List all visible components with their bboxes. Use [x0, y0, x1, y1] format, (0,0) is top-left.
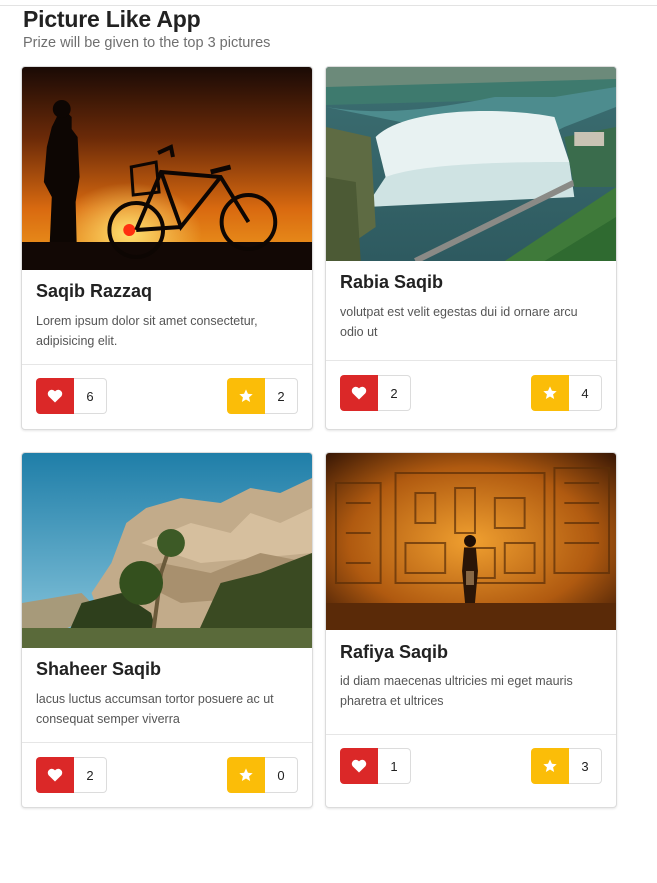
heart-icon[interactable] — [36, 757, 74, 793]
picture-image — [326, 453, 616, 630]
picture-image — [326, 67, 616, 261]
star-icon[interactable] — [531, 375, 569, 411]
picture-card: Rabia Saqib volutpat est velit egestas d… — [325, 66, 617, 430]
star-icon[interactable] — [227, 378, 265, 414]
like-count: 1 — [378, 748, 411, 784]
like-count: 6 — [74, 378, 107, 414]
picture-description: lacus luctus accumsan tortor posuere ac … — [36, 692, 274, 726]
star-button[interactable]: 0 — [227, 757, 298, 793]
card-divider — [22, 364, 312, 365]
star-count: 4 — [569, 375, 602, 411]
star-count: 2 — [265, 378, 298, 414]
star-button[interactable]: 2 — [227, 378, 298, 414]
like-count: 2 — [378, 375, 411, 411]
like-count: 2 — [74, 757, 107, 793]
heart-icon[interactable] — [340, 375, 378, 411]
picture-description: volutpat est velit egestas dui id ornare… — [340, 305, 578, 339]
star-button[interactable]: 4 — [531, 375, 602, 411]
card-divider — [326, 360, 616, 361]
star-button[interactable]: 3 — [531, 748, 602, 784]
like-button[interactable]: 1 — [340, 748, 411, 784]
picture-description: id diam maecenas ultricies mi eget mauri… — [340, 674, 573, 708]
card-divider — [326, 734, 616, 735]
star-icon[interactable] — [531, 748, 569, 784]
picture-card: Shaheer Saqib lacus luctus accumsan tort… — [21, 452, 313, 808]
like-button[interactable]: 6 — [36, 378, 107, 414]
picture-image — [22, 453, 312, 648]
star-count: 3 — [569, 748, 602, 784]
like-button[interactable]: 2 — [36, 757, 107, 793]
picture-author: Saqib Razzaq — [36, 281, 153, 301]
star-icon[interactable] — [227, 757, 265, 793]
picture-author: Shaheer Saqib — [36, 659, 162, 679]
star-count: 0 — [265, 757, 298, 793]
heart-icon[interactable] — [36, 378, 74, 414]
like-button[interactable]: 2 — [340, 375, 411, 411]
page-title: Picture Like App — [23, 6, 201, 32]
picture-card: Rafiya Saqib id diam maecenas ultricies … — [325, 452, 617, 808]
picture-image — [22, 67, 312, 270]
page-subtitle: Prize will be given to the top 3 picture… — [23, 35, 271, 51]
heart-icon[interactable] — [340, 748, 378, 784]
picture-description: Lorem ipsum dolor sit amet consectetur, … — [36, 314, 258, 348]
picture-author: Rabia Saqib — [340, 272, 444, 292]
picture-author: Rafiya Saqib — [340, 642, 449, 662]
card-divider — [22, 742, 312, 743]
picture-card: Saqib Razzaq Lorem ipsum dolor sit amet … — [21, 66, 313, 430]
